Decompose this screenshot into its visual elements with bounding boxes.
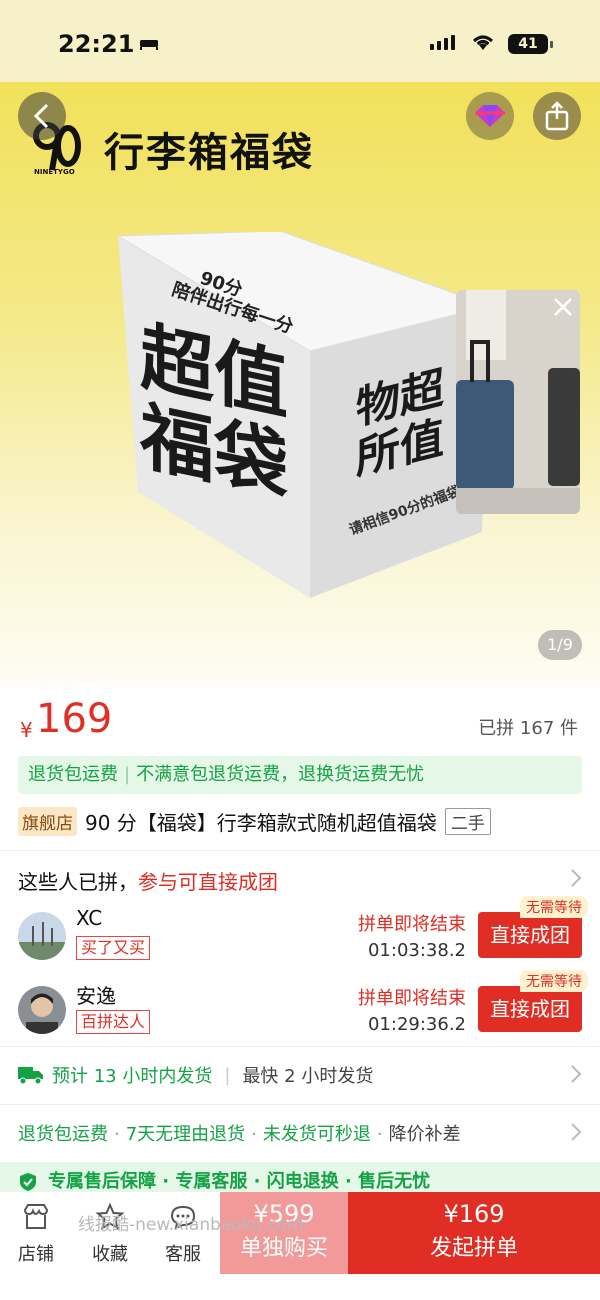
flagship-store-tag: 旗舰店 xyxy=(18,806,77,836)
shipping-row[interactable]: 预计 13 小时内发货 | 最快 2 小时发货 xyxy=(18,1062,588,1088)
back-button[interactable] xyxy=(18,92,66,140)
guarantee-text: 专属售后保障 · 专属客服 · 闪电退换 · 售后无忧 xyxy=(48,1171,431,1192)
group-timer: 01:29:36.2 xyxy=(367,1014,466,1035)
service-guarantees-row[interactable]: 退货包运费 · 7天无理由退货 · 未发货可秒退 · 降价补差 xyxy=(18,1120,588,1146)
return-shipping-banner[interactable]: 退货包运费 | 不满意包退货运费，退换货运费无忧 xyxy=(18,756,582,794)
join-group-button[interactable]: 直接成团 xyxy=(478,986,582,1032)
sold-count: 已拼 167 件 xyxy=(478,718,578,739)
service-instant-refund: 未发货可秒退 xyxy=(262,1124,371,1145)
group-price: ¥169 xyxy=(443,1200,505,1228)
currency-symbol: ¥ xyxy=(20,718,33,742)
banner-title: 行李箱福袋 xyxy=(104,130,314,176)
group-buy-heading: 这些人已拼，参与可直接成团 xyxy=(18,866,278,895)
group-label: 发起拼单 xyxy=(429,1236,518,1261)
image-counter: 1/9 xyxy=(538,630,582,660)
group-status: 拼单即将结束 xyxy=(358,914,466,935)
product-title: 90 分【福袋】行李箱款式随机超值福袋 xyxy=(85,810,437,835)
floating-video-player[interactable] xyxy=(456,290,580,514)
bottom-action-bar: 店铺 收藏 客服 ¥599 单独购买 ¥169 发起拼单 线报酷-new.xia… xyxy=(0,1192,600,1300)
chevron-right-icon xyxy=(571,1123,582,1141)
watermark: 线报酷-new.xianbaoku.com xyxy=(78,1215,304,1235)
return-banner-label: 退货包运费 xyxy=(28,764,118,785)
service-price-protection: 降价补差 xyxy=(388,1124,461,1145)
group-status: 拼单即将结束 xyxy=(358,988,466,1009)
group-timer: 01:03:38.2 xyxy=(367,940,466,961)
suitcase-video-frame xyxy=(456,290,580,514)
return-banner-detail: 不满意包退货运费，退换货运费无忧 xyxy=(136,764,425,785)
group-heading-highlight: 参与可直接成团 xyxy=(138,870,278,894)
chevron-right-icon xyxy=(571,1065,582,1083)
status-bar: 22:21 41 xyxy=(0,0,600,82)
cube-front-text: 超值 福袋 xyxy=(140,313,288,510)
group-heading-text: 这些人已拼， xyxy=(18,870,138,894)
member-tag: 百拼达人 xyxy=(76,1010,151,1034)
store-nav-button[interactable]: 店铺 xyxy=(6,1202,66,1266)
chevron-left-icon xyxy=(33,103,49,129)
no-wait-badge: 无需等待 xyxy=(520,970,588,992)
avatar xyxy=(18,912,66,960)
service-return-shipping: 退货包运费 xyxy=(18,1124,108,1145)
shield-check-icon xyxy=(20,1173,36,1191)
member-tag: 买了又买 xyxy=(76,936,151,960)
start-group-buy-button[interactable]: ¥169 发起拼单 xyxy=(348,1192,600,1274)
close-icon[interactable] xyxy=(552,296,574,318)
product-title-row: 旗舰店 90 分【福袋】行李箱款式随机超值福袋 二手 xyxy=(18,806,588,836)
join-group-button[interactable]: 直接成团 xyxy=(478,912,582,958)
share-icon xyxy=(545,101,569,131)
diamond-icon xyxy=(475,105,505,127)
shipping-estimate: 预计 13 小时内发货 xyxy=(52,1066,213,1087)
no-wait-badge: 无需等待 xyxy=(520,896,588,918)
battery-indicator: 41 xyxy=(508,34,553,54)
chevron-right-icon xyxy=(571,869,582,887)
ar-view-button[interactable] xyxy=(466,92,514,140)
price-section: ¥ 169 已拼 167 件 xyxy=(0,682,600,752)
group-member-row: XC 买了又买 拼单即将结束 01:03:38.2 直接成团 无需等待 xyxy=(18,896,588,970)
service-7day-return: 7天无理由退货 xyxy=(125,1124,246,1145)
avatar xyxy=(18,986,66,1034)
store-icon xyxy=(23,1204,49,1229)
status-time: 22:21 xyxy=(58,30,135,58)
sleep-focus-icon xyxy=(140,40,158,50)
cellular-signal-icon xyxy=(430,35,455,50)
share-button[interactable] xyxy=(533,92,581,140)
member-name: XC xyxy=(76,906,103,930)
product-price: 169 xyxy=(36,696,113,742)
wifi-icon xyxy=(473,35,493,50)
fastest-shipping: 最快 2 小时发货 xyxy=(242,1066,374,1087)
product-image-carousel[interactable]: NINETYGO 行李箱福袋 90分 陪伴出行每一分 超值 福袋 物超 所值 请… xyxy=(0,82,600,682)
condition-tag: 二手 xyxy=(444,807,491,835)
divider xyxy=(0,1046,600,1047)
member-name: 安逸 xyxy=(76,984,116,1008)
delivery-truck-icon xyxy=(18,1067,43,1085)
divider xyxy=(0,1104,600,1105)
group-member-row: 安逸 百拼达人 拼单即将结束 01:29:36.2 直接成团 无需等待 xyxy=(18,970,588,1044)
logo-text: NINETYGO xyxy=(34,168,75,176)
customer-service-label: 客服 xyxy=(165,1244,201,1265)
divider xyxy=(0,850,600,851)
favorite-label: 收藏 xyxy=(92,1244,128,1265)
store-label: 店铺 xyxy=(18,1244,54,1265)
